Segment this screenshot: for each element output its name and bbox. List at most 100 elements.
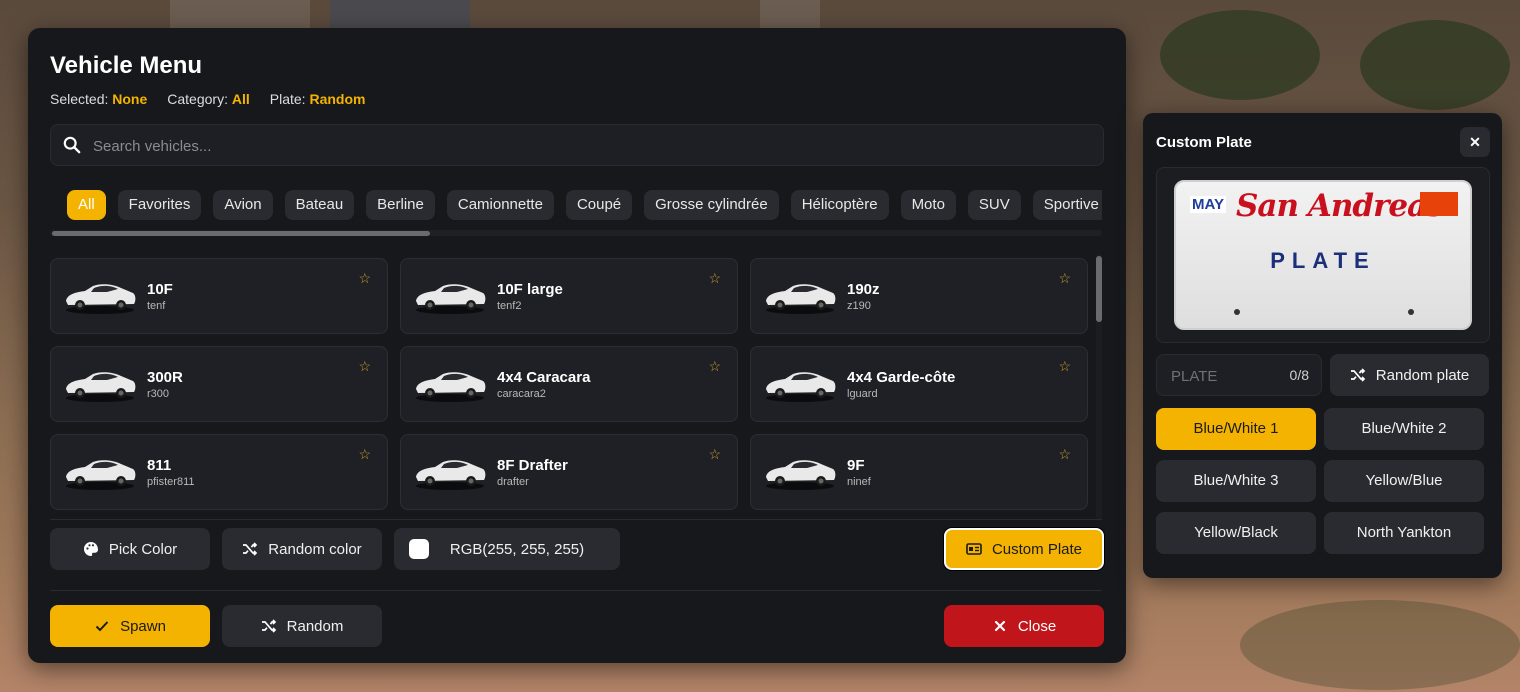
plate-bolt-hole	[1234, 309, 1240, 315]
category-tab[interactable]: Camionnette	[446, 190, 554, 220]
vehicle-grid-scroll-thumb[interactable]	[1096, 256, 1102, 322]
custom-plate-label: Custom Plate	[991, 540, 1083, 558]
category-tab[interactable]: Sportive	[1032, 190, 1102, 220]
category-tab[interactable]: SUV	[967, 190, 1021, 220]
plate-style-option[interactable]: North Yankton	[1324, 512, 1484, 554]
vehicle-thumbnail	[416, 460, 486, 490]
custom-plate-button[interactable]: Custom Plate	[944, 528, 1104, 570]
random-plate-label: Random plate	[1375, 366, 1470, 384]
plate-number-text: PLATE	[1270, 248, 1376, 273]
plate-style-option[interactable]: Yellow/Blue	[1324, 460, 1484, 502]
favorite-star-icon[interactable]: ☆	[1058, 270, 1071, 287]
category-tab[interactable]: Bateau	[284, 190, 355, 220]
vehicle-card[interactable]: 9F ninef ☆	[750, 434, 1088, 510]
status-bar: Selected: None Category: All Plate: Rand…	[50, 91, 365, 107]
close-button[interactable]: Close	[944, 605, 1104, 647]
favorite-star-icon[interactable]: ☆	[708, 446, 721, 463]
close-label: Close	[1017, 617, 1057, 635]
category-tab[interactable]: Hélicoptère	[790, 190, 889, 220]
vehicle-card[interactable]: 10F large tenf2 ☆	[400, 258, 738, 334]
plate-style-option[interactable]: Yellow/Black	[1156, 512, 1316, 554]
favorite-star-icon[interactable]: ☆	[1058, 358, 1071, 375]
vehicle-name: 10F	[147, 281, 173, 298]
vehicle-card[interactable]: 10F tenf ☆	[50, 258, 388, 334]
favorite-star-icon[interactable]: ☆	[708, 358, 721, 375]
shuffle-icon	[243, 542, 258, 556]
category-list: All Favorites Avion Bateau Berline Camionnett…	[67, 190, 1102, 220]
category-tab[interactable]: Grosse cylindrée	[644, 190, 779, 220]
pick-color-button[interactable]: Pick Color	[50, 528, 210, 570]
search-input[interactable]	[91, 125, 1075, 167]
vehicle-thumbnail	[766, 372, 836, 402]
category-tab[interactable]: Coupé	[565, 190, 633, 220]
vehicle-thumbnail	[766, 460, 836, 490]
search-box	[50, 124, 1104, 167]
selected-value: None	[112, 91, 148, 107]
random-label: Random	[286, 617, 344, 635]
vehicle-card[interactable]: 4x4 Caracara caracara2 ☆	[400, 346, 738, 422]
vehicle-name: 10F large	[497, 281, 563, 298]
license-plate-image: MAY San Andreas PLATE	[1174, 180, 1472, 330]
pick-color-label: Pick Color	[108, 540, 178, 558]
color-swatch	[409, 539, 429, 559]
vehicle-grid: 10F tenf ☆ 10F large tenf2 ☆ 190z z190 ☆ 300R r300…	[50, 258, 1090, 520]
vehicle-card[interactable]: 4x4 Garde-côte lguard ☆	[750, 346, 1088, 422]
favorite-star-icon[interactable]: ☆	[358, 446, 371, 463]
search-icon	[63, 136, 81, 154]
custom-plate-title: Custom Plate	[1156, 134, 1252, 151]
custom-plate-close-button[interactable]: ✕	[1460, 127, 1490, 157]
favorite-star-icon[interactable]: ☆	[358, 270, 371, 287]
random-plate-button[interactable]: Random plate	[1330, 354, 1489, 396]
vehicle-card[interactable]: 8F Drafter drafter ☆	[400, 434, 738, 510]
plate-style-option[interactable]: Blue/White 2	[1324, 408, 1484, 450]
vehicle-model-code: pfister811	[147, 476, 195, 488]
rgb-color-display[interactable]: RGB(255, 255, 255)	[394, 528, 620, 570]
check-icon	[95, 621, 109, 632]
vehicle-grid-scrollbar[interactable]	[1096, 254, 1102, 520]
vehicle-card[interactable]: 811 pfister811 ☆	[50, 434, 388, 510]
random-color-label: Random color	[268, 540, 362, 558]
random-vehicle-button[interactable]: Random	[222, 605, 382, 647]
category-tab[interactable]: Moto	[900, 190, 956, 220]
vehicle-name: 4x4 Garde-côte	[847, 369, 956, 386]
vehicle-thumbnail	[766, 284, 836, 314]
divider	[50, 590, 1102, 591]
vehicle-thumbnail	[416, 372, 486, 402]
plate-registration-sticker	[1420, 192, 1458, 216]
vehicle-model-code: tenf2	[497, 300, 522, 312]
vehicle-model-code: tenf	[147, 300, 166, 312]
vehicle-name: 4x4 Caracara	[497, 369, 591, 386]
plate-text-field: 0/8	[1156, 354, 1322, 397]
vehicle-name: 8F Drafter	[497, 457, 568, 474]
plate-style-option[interactable]: Blue/White 1	[1156, 408, 1316, 450]
category-scroll-thumb[interactable]	[52, 231, 430, 236]
category-tab[interactable]: All	[67, 190, 106, 220]
spawn-button[interactable]: Spawn	[50, 605, 210, 647]
category-status: Category: All	[167, 91, 249, 107]
plate-style-option[interactable]: Blue/White 3	[1156, 460, 1316, 502]
vehicle-card[interactable]: 190z z190 ☆	[750, 258, 1088, 334]
category-tab[interactable]: Avion	[213, 190, 273, 220]
vehicle-thumbnail	[66, 460, 136, 490]
category-tab[interactable]: Berline	[366, 190, 435, 220]
plate-status: Plate: Random	[270, 91, 366, 107]
plate-text-input[interactable]	[1169, 355, 1283, 397]
favorite-star-icon[interactable]: ☆	[358, 358, 371, 375]
category-tab[interactable]: Favorites	[117, 190, 202, 220]
rgb-label: RGB(255, 255, 255)	[449, 540, 585, 558]
menu-title: Vehicle Menu	[50, 52, 203, 79]
category-scrollbar[interactable]	[50, 230, 1102, 236]
favorite-star-icon[interactable]: ☆	[708, 270, 721, 287]
spawn-label: Spawn	[120, 617, 166, 635]
custom-plate-panel: Custom Plate ✕ MAY San Andreas PLATE 0/8…	[1143, 113, 1502, 578]
category-value: All	[231, 91, 250, 107]
vehicle-model-code: caracara2	[497, 388, 546, 400]
random-color-button[interactable]: Random color	[222, 528, 382, 570]
favorite-star-icon[interactable]: ☆	[1058, 446, 1071, 463]
selected-label: Selected:	[50, 91, 109, 107]
vehicle-thumbnail	[66, 284, 136, 314]
plate-bolt-hole	[1408, 309, 1414, 315]
plate-header-text: MAY	[1190, 196, 1226, 213]
vehicle-card[interactable]: 300R r300 ☆	[50, 346, 388, 422]
palette-icon	[83, 542, 98, 556]
